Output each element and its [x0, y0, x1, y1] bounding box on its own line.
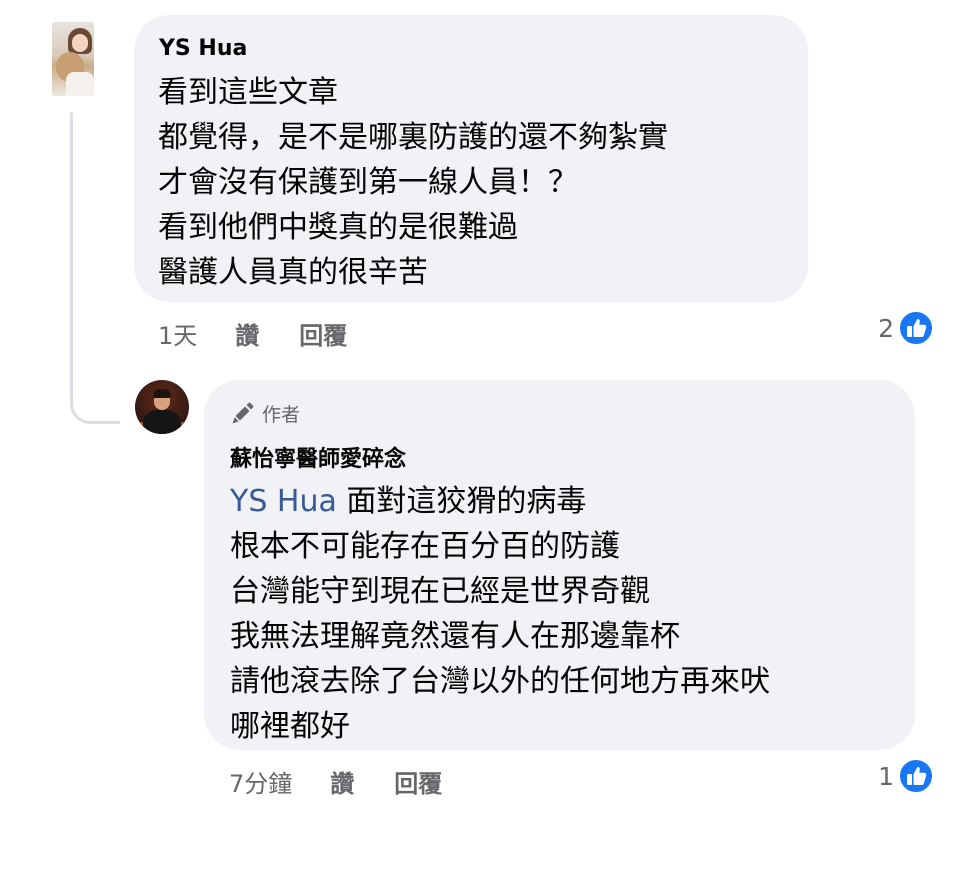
like-button[interactable]: 讚 [330, 764, 354, 799]
comment-text: YS Hua 面對這狡猾的病毒 根本不可能存在百分百的防護 台灣能守到現在已經是… [230, 479, 770, 749]
comment-line: 請他滾去除了台灣以外的任何地方再來吠 [230, 664, 770, 699]
comment-timestamp[interactable]: 1天 [158, 316, 197, 351]
comment-author[interactable]: 蘇怡寧醫師愛碎念 [230, 441, 406, 473]
comment-timestamp[interactable]: 7分鐘 [229, 764, 292, 799]
comment-author[interactable]: YS Hua [159, 36, 247, 61]
like-button[interactable]: 讚 [235, 316, 259, 351]
comment-line: 看到這些文章 [158, 75, 338, 110]
comment-bubble: 作者 蘇怡寧醫師愛碎念 YS Hua 面對這狡猾的病毒 根本不可能存在百分百的防… [204, 380, 915, 750]
comment-line: 醫護人員真的很辛苦 [158, 255, 428, 290]
comment-line: 台灣能守到現在已經是世界奇觀 [230, 574, 650, 609]
like-icon [898, 758, 934, 794]
author-badge: 作者 [230, 400, 300, 427]
pencil-icon [232, 402, 254, 423]
comment-line: 哪裡都好 [230, 709, 350, 744]
comment-text: 看到這些文章 都覺得，是不是哪裏防護的還不夠紮實 才會沒有保護到第一線人員！？ … [158, 70, 668, 295]
reply-button[interactable]: 回覆 [299, 316, 347, 351]
comment-line: 看到他們中獎真的是很難過 [158, 210, 518, 245]
comment-line: 才會沒有保護到第一線人員！？ [158, 165, 578, 200]
like-icon [898, 310, 934, 346]
mention-link[interactable]: YS Hua [230, 484, 337, 519]
avatar[interactable] [135, 380, 189, 434]
avatar[interactable] [52, 22, 94, 96]
comment-bubble: YS Hua 看到這些文章 都覺得，是不是哪裏防護的還不夠紮實 才會沒有保護到第… [134, 15, 808, 302]
reaction-count: 2 [878, 313, 894, 343]
comment-actions: 7分鐘 讚 回覆 [229, 764, 482, 799]
reaction-count: 1 [878, 761, 894, 791]
reaction-summary[interactable]: 1 [878, 758, 934, 794]
comment-line: 我無法理解竟然還有人在那邊靠杯 [230, 619, 680, 654]
comment-line: 根本不可能存在百分百的防護 [230, 529, 620, 564]
comment-actions: 1天 讚 回覆 [158, 316, 387, 351]
reply-thread-connector [70, 380, 120, 424]
comment-line: 面對這狡猾的病毒 [336, 484, 587, 519]
comment-line: 都覺得，是不是哪裏防護的還不夠紮實 [158, 120, 668, 155]
reply-thread-line [70, 112, 73, 408]
reply-button[interactable]: 回覆 [394, 764, 442, 799]
author-badge-label: 作者 [262, 404, 301, 426]
reaction-summary[interactable]: 2 [878, 310, 934, 346]
